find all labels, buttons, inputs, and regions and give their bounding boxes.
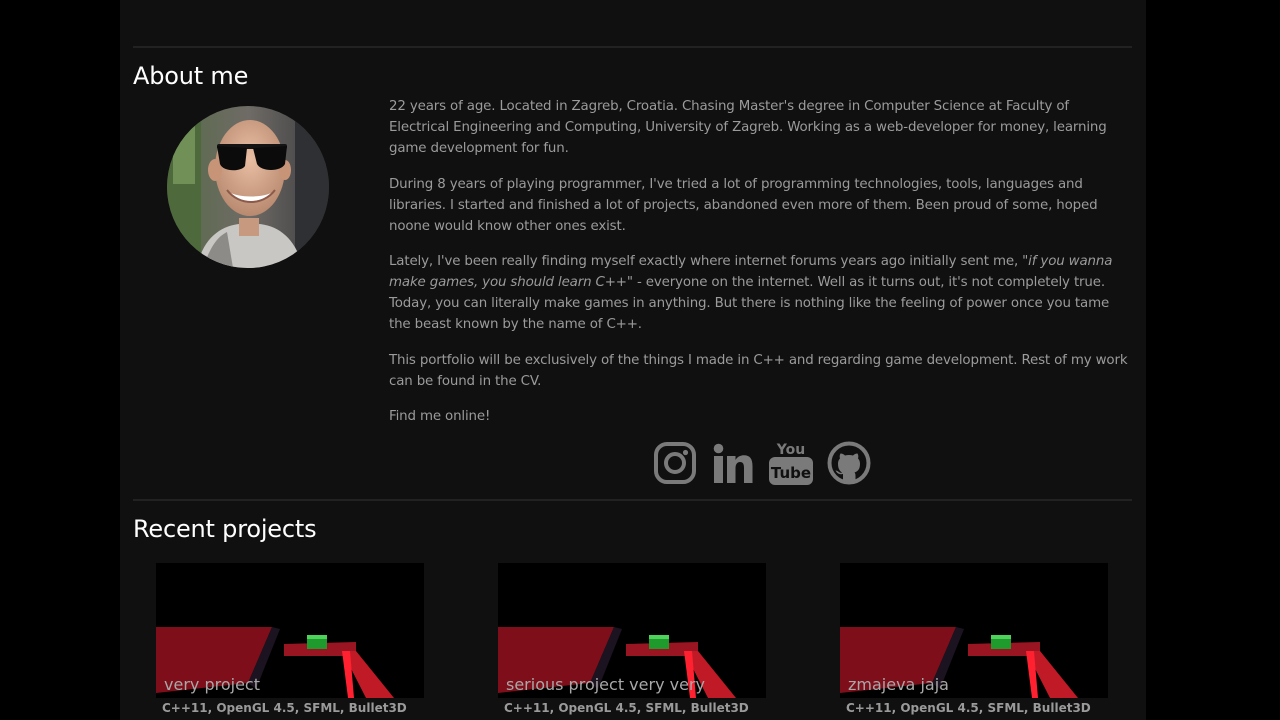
- project-tech: C++11, OpenGL 4.5, SFML, Bullet3D: [162, 701, 407, 715]
- linkedin-link[interactable]: [710, 440, 756, 486]
- section-divider: [133, 46, 1132, 48]
- project-title: serious project very very: [506, 675, 705, 694]
- about-paragraph: 22 years of age. Located in Zagreb, Croa…: [389, 99, 1107, 156]
- about-text: 22 years of age. Located in Zagreb, Croa…: [389, 96, 1133, 442]
- instagram-icon: [654, 442, 696, 484]
- linkedin-icon: [713, 443, 753, 483]
- youtube-you-text: You: [776, 442, 805, 458]
- find-me-online: Find me online!: [389, 409, 491, 424]
- section-divider: [133, 499, 1132, 501]
- project-tech: C++11, OpenGL 4.5, SFML, Bullet3D: [846, 701, 1091, 715]
- github-link[interactable]: [826, 440, 872, 486]
- page-content: About me 22 years of age. Located in Zag…: [120, 0, 1146, 720]
- project-title: zmajeva jaja: [848, 675, 949, 694]
- youtube-tube-text: Tube: [771, 464, 811, 482]
- github-icon: [827, 441, 871, 485]
- social-links: You Tube: [652, 440, 872, 488]
- about-paragraph: This portfolio will be exclusively of th…: [389, 352, 1128, 389]
- avatar: [167, 106, 329, 268]
- project-tech: C++11, OpenGL 4.5, SFML, Bullet3D: [504, 701, 749, 715]
- youtube-icon: You Tube: [769, 442, 813, 485]
- about-paragraph: During 8 years of playing programmer, I'…: [389, 176, 1098, 234]
- youtube-link[interactable]: You Tube: [768, 440, 814, 486]
- instagram-link[interactable]: [652, 440, 698, 486]
- projects-heading: Recent projects: [133, 515, 317, 543]
- about-heading: About me: [133, 62, 249, 90]
- about-paragraph: Lately, I've been really finding myself …: [389, 251, 1133, 335]
- avatar-photo: [167, 106, 329, 268]
- project-title: very project: [164, 675, 260, 694]
- about-paragraph-text: Lately, I've been really finding myself …: [389, 254, 1023, 269]
